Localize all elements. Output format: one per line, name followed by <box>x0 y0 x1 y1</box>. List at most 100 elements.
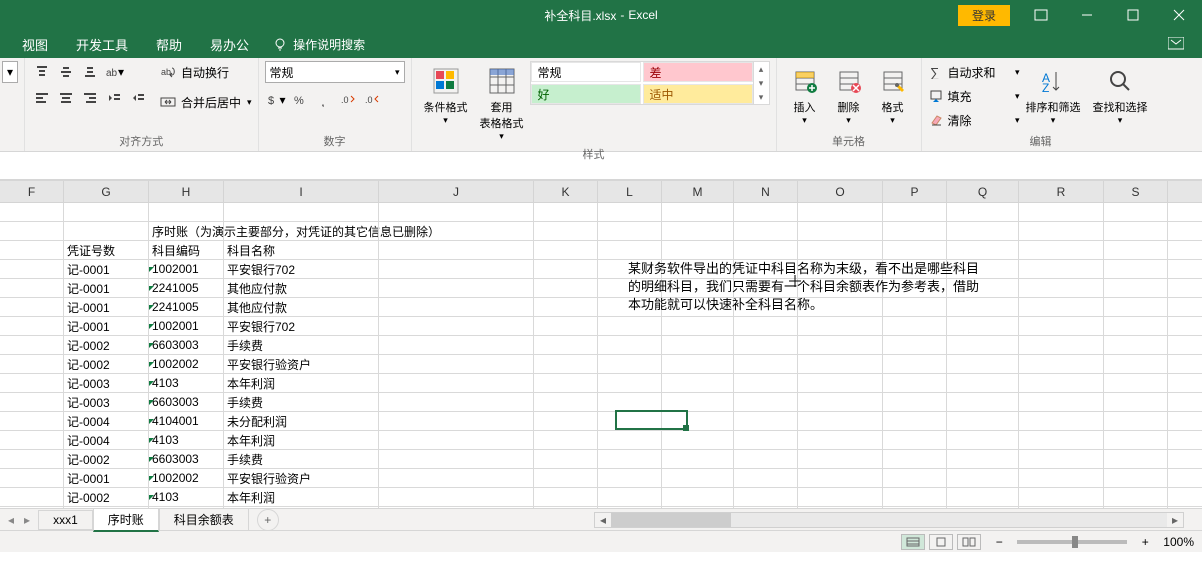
sheet-next-icon[interactable]: ▸ <box>24 513 30 527</box>
cell-Q[interactable] <box>947 222 1019 240</box>
cell-R[interactable] <box>1019 450 1104 468</box>
cell-J[interactable] <box>379 260 534 278</box>
cell-L[interactable] <box>598 317 662 335</box>
cell-I[interactable]: 手续费 <box>224 507 379 508</box>
cell-H[interactable]: 6603003 <box>149 393 224 411</box>
column-header-K[interactable]: K <box>534 181 598 202</box>
cell-M[interactable] <box>662 507 734 508</box>
cell-J[interactable] <box>379 393 534 411</box>
cell-K[interactable] <box>534 260 598 278</box>
cell-G[interactable]: 记-0001 <box>64 279 149 297</box>
cell-P[interactable] <box>883 488 947 506</box>
style-good[interactable]: 好 <box>531 84 641 104</box>
add-sheet-button[interactable]: + <box>257 509 279 531</box>
tab-help[interactable]: 帮助 <box>142 30 196 58</box>
cell-M[interactable] <box>662 488 734 506</box>
cell-K[interactable] <box>534 450 598 468</box>
cell-P[interactable] <box>883 374 947 392</box>
scrollbar-thumb[interactable] <box>611 513 731 527</box>
view-page-break-icon[interactable] <box>957 534 981 550</box>
sheet-prev-icon[interactable]: ◂ <box>8 513 14 527</box>
cell-P[interactable] <box>883 222 947 240</box>
cell-S[interactable] <box>1104 241 1168 259</box>
cell-M[interactable] <box>662 393 734 411</box>
align-left-icon[interactable] <box>31 87 53 109</box>
scroll-left-icon[interactable]: ◂ <box>595 513 611 527</box>
cell-S[interactable] <box>1104 412 1168 430</box>
cell-N[interactable] <box>734 412 798 430</box>
view-page-layout-icon[interactable] <box>929 534 953 550</box>
close-button[interactable] <box>1156 0 1202 30</box>
cell-Q[interactable] <box>947 374 1019 392</box>
increase-indent-icon[interactable] <box>127 87 149 109</box>
decrease-indent-icon[interactable] <box>103 87 125 109</box>
column-header-L[interactable]: L <box>598 181 662 202</box>
cell-I[interactable]: 其他应付款 <box>224 298 379 316</box>
cell-K[interactable] <box>534 317 598 335</box>
cell-J[interactable] <box>379 336 534 354</box>
cell-J[interactable] <box>379 450 534 468</box>
cell-L[interactable] <box>598 374 662 392</box>
worksheet-grid[interactable]: FGHIJKLMNOPQRS 序时账（为演示主要部分，对凭证的其它信息已删除）凭… <box>0 180 1202 508</box>
cell-F[interactable] <box>0 279 64 297</box>
insert-button[interactable]: 插入 ▾ <box>783 61 827 130</box>
style-bad[interactable]: 差 <box>643 62 753 82</box>
zoom-level[interactable]: 100% <box>1163 535 1194 549</box>
cell-S[interactable] <box>1104 374 1168 392</box>
cell-R[interactable] <box>1019 469 1104 487</box>
cell-Q[interactable] <box>947 412 1019 430</box>
cell-I[interactable]: 未分配利润 <box>224 412 379 430</box>
cell-S[interactable] <box>1104 260 1168 278</box>
cell-P[interactable] <box>883 450 947 468</box>
column-header-P[interactable]: P <box>883 181 947 202</box>
scroll-right-icon[interactable]: ▸ <box>1167 513 1183 527</box>
cell-I[interactable]: 平安银行验资户 <box>224 355 379 373</box>
cell-G[interactable]: 记-0001 <box>64 260 149 278</box>
cell-K[interactable] <box>534 355 598 373</box>
cell-G[interactable]: 记-0002 <box>64 450 149 468</box>
cell-J[interactable] <box>379 317 534 335</box>
fill-button[interactable]: 填充 ▾ <box>928 85 1020 107</box>
cell-F[interactable] <box>0 355 64 373</box>
cell-G[interactable]: 记-0002 <box>64 336 149 354</box>
cell-F[interactable] <box>0 374 64 392</box>
align-top-icon[interactable] <box>31 61 53 83</box>
column-header-J[interactable]: J <box>379 181 534 202</box>
cell-G[interactable]: 记-0001 <box>64 469 149 487</box>
cell-G[interactable]: 记-0003 <box>64 393 149 411</box>
cell-S[interactable] <box>1104 450 1168 468</box>
cell-S[interactable] <box>1104 507 1168 508</box>
zoom-out-icon[interactable]: − <box>991 535 1007 549</box>
delete-button[interactable]: 删除 ▾ <box>827 61 871 130</box>
cell-J[interactable] <box>379 298 534 316</box>
cell-R[interactable] <box>1019 488 1104 506</box>
tell-me[interactable]: 操作说明搜索 <box>273 36 365 53</box>
cell-G[interactable]: 记-0001 <box>64 317 149 335</box>
cell-F[interactable] <box>0 298 64 316</box>
tab-view[interactable]: 视图 <box>8 30 62 58</box>
cell-R[interactable] <box>1019 374 1104 392</box>
cell-S[interactable] <box>1104 279 1168 297</box>
cell-R[interactable] <box>1019 317 1104 335</box>
cell-Q[interactable] <box>947 469 1019 487</box>
cell-O[interactable] <box>798 374 883 392</box>
cell-G[interactable]: 记-0004 <box>64 412 149 430</box>
cell-F[interactable] <box>0 260 64 278</box>
cell-O[interactable] <box>798 469 883 487</box>
cell-G[interactable]: 记-0002 <box>64 355 149 373</box>
cell-J[interactable] <box>379 488 534 506</box>
cell-Q[interactable] <box>947 450 1019 468</box>
cell-styles-gallery[interactable]: 常规 差 好 适中 <box>530 61 754 105</box>
cell-H[interactable]: 4103 <box>149 374 224 392</box>
format-button[interactable]: 格式 ▾ <box>871 61 915 130</box>
cell-L[interactable] <box>598 507 662 508</box>
cell-J[interactable] <box>379 507 534 508</box>
cell-Q[interactable] <box>947 317 1019 335</box>
login-button[interactable]: 登录 <box>958 5 1010 26</box>
font-dropdown-caret[interactable]: ▾ <box>2 61 18 83</box>
cell-S[interactable] <box>1104 469 1168 487</box>
cell-I[interactable]: 本年利润 <box>224 431 379 449</box>
column-header-I[interactable]: I <box>224 181 379 202</box>
align-middle-icon[interactable] <box>55 61 77 83</box>
cell-N[interactable] <box>734 488 798 506</box>
